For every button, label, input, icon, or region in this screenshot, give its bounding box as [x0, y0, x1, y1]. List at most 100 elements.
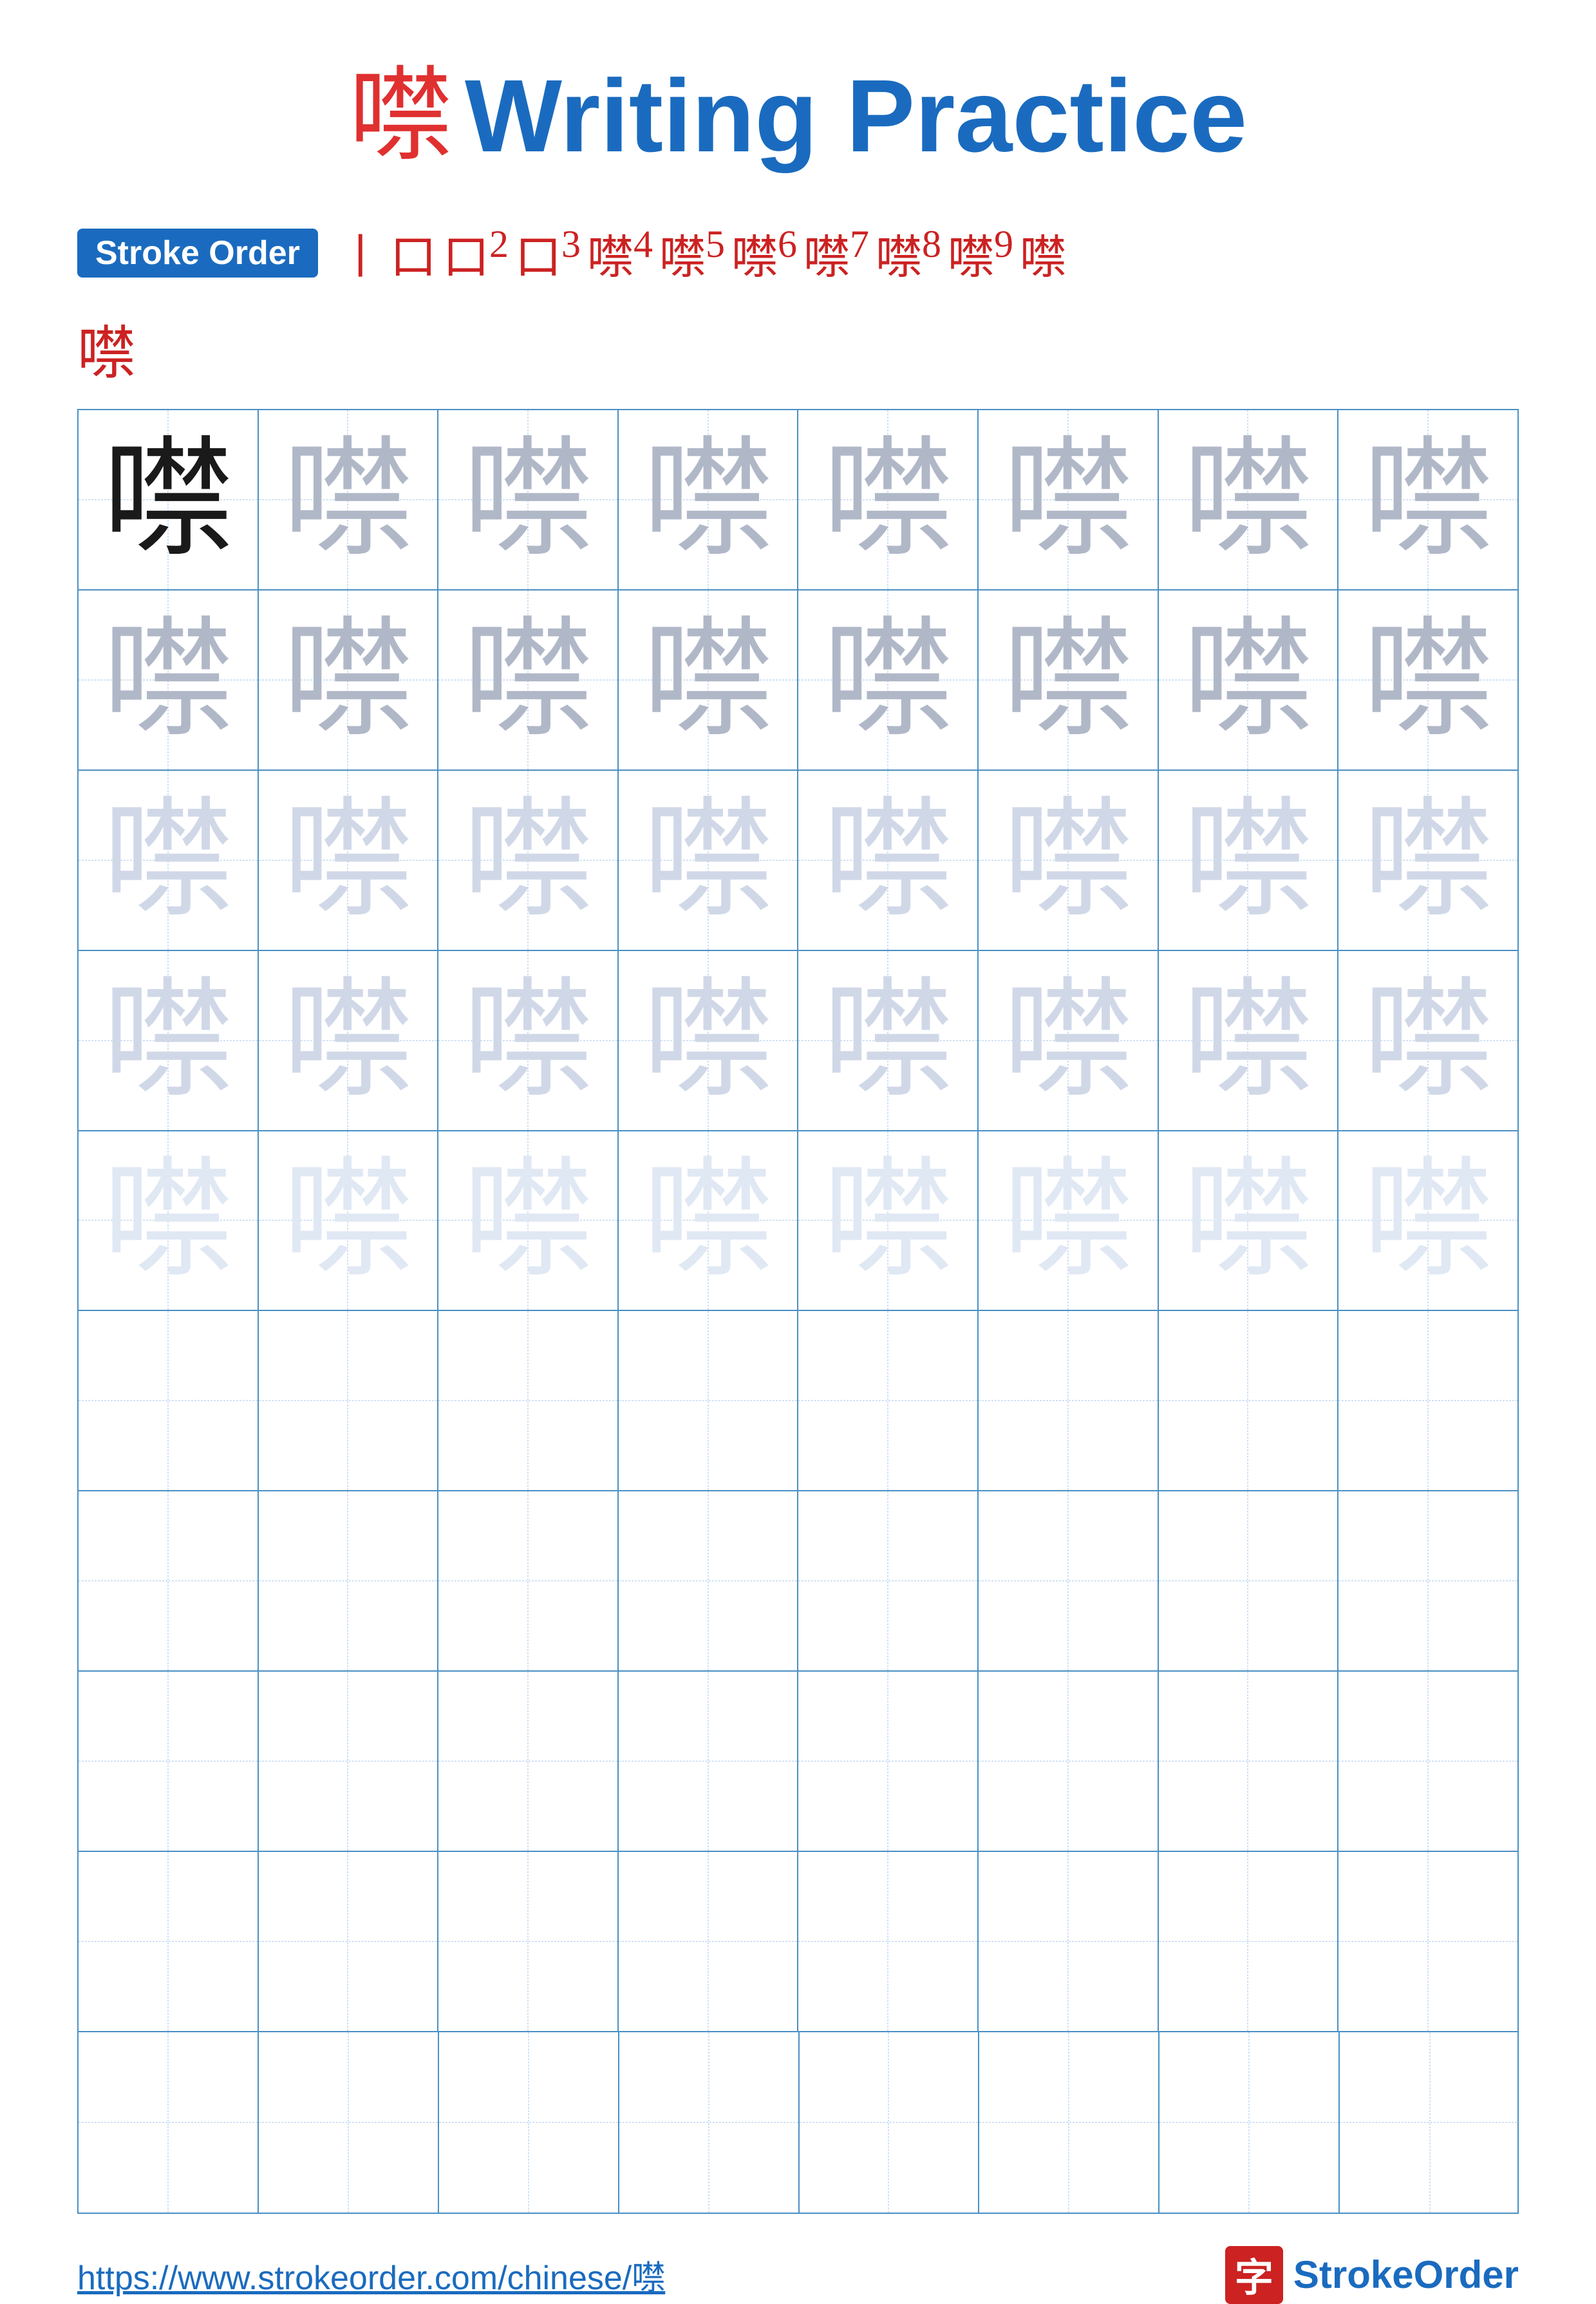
practice-char: 噤 [1363, 976, 1493, 1106]
practice-char: 噤 [103, 615, 233, 745]
grid-cell-1-4[interactable]: 噤 [619, 410, 799, 589]
grid-cell-3-2[interactable]: 噤 [259, 771, 439, 950]
grid-cell-10-2[interactable] [259, 2032, 439, 2213]
grid-cell-2-7[interactable]: 噤 [1159, 590, 1339, 770]
grid-cell-6-8[interactable] [1338, 1311, 1517, 1490]
title-section: 噤 Writing Practice [349, 64, 1247, 167]
grid-cell-4-2[interactable]: 噤 [259, 951, 439, 1130]
grid-cell-10-1[interactable] [79, 2032, 259, 2213]
grid-cell-3-6[interactable]: 噤 [979, 771, 1159, 950]
grid-cell-2-3[interactable]: 噤 [438, 590, 619, 770]
grid-cell-7-8[interactable] [1338, 1491, 1517, 1670]
grid-cell-1-5[interactable]: 噤 [798, 410, 979, 589]
stroke-order-chars: 丨 口 口2 口3 噤4 噤5 噤6 噤7 噤8 噤9 噤 [337, 219, 1066, 287]
grid-cell-10-5[interactable] [800, 2032, 980, 2213]
grid-cell-1-1[interactable]: 噤 [79, 410, 259, 589]
practice-char: 噤 [463, 976, 593, 1106]
grid-cell-6-7[interactable] [1159, 1311, 1339, 1490]
footer-url[interactable]: https://www.strokeorder.com/chinese/噤 [77, 2251, 665, 2299]
grid-cell-1-7[interactable]: 噤 [1159, 410, 1339, 589]
grid-cell-1-6[interactable]: 噤 [979, 410, 1159, 589]
grid-cell-2-2[interactable]: 噤 [259, 590, 439, 770]
grid-cell-3-4[interactable]: 噤 [619, 771, 799, 950]
grid-cell-5-2[interactable]: 噤 [259, 1131, 439, 1310]
grid-cell-5-7[interactable]: 噤 [1159, 1131, 1339, 1310]
grid-cell-9-5[interactable] [798, 1852, 979, 2031]
grid-cell-9-7[interactable] [1159, 1852, 1339, 2031]
grid-cell-5-1[interactable]: 噤 [79, 1131, 259, 1310]
grid-cell-4-6[interactable]: 噤 [979, 951, 1159, 1130]
grid-cell-2-8[interactable]: 噤 [1338, 590, 1517, 770]
grid-cell-10-7[interactable] [1159, 2032, 1340, 2213]
grid-cell-9-2[interactable] [259, 1852, 439, 2031]
grid-cell-7-1[interactable] [79, 1491, 259, 1670]
grid-cell-3-8[interactable]: 噤 [1338, 771, 1517, 950]
grid-cell-3-3[interactable]: 噤 [438, 771, 619, 950]
grid-cell-8-1[interactable] [79, 1672, 259, 1851]
grid-cell-2-1[interactable]: 噤 [79, 590, 259, 770]
grid-cell-5-5[interactable]: 噤 [798, 1131, 979, 1310]
grid-cell-8-6[interactable] [979, 1672, 1159, 1851]
grid-cell-9-6[interactable] [979, 1852, 1159, 2031]
grid-cell-5-3[interactable]: 噤 [438, 1131, 619, 1310]
grid-cell-1-2[interactable]: 噤 [259, 410, 439, 589]
practice-char: 噤 [823, 435, 953, 565]
practice-char: 噤 [1003, 435, 1133, 565]
grid-cell-4-5[interactable]: 噤 [798, 951, 979, 1130]
grid-cell-10-4[interactable] [619, 2032, 800, 2213]
grid-cell-6-5[interactable] [798, 1311, 979, 1490]
footer-logo-stroke: Stroke [1293, 2253, 1414, 2296]
grid-cell-6-3[interactable] [438, 1311, 619, 1490]
practice-char: 噤 [1183, 1155, 1313, 1285]
practice-grid[interactable]: 噤 噤 噤 噤 噤 噤 噤 噤 [77, 409, 1519, 2214]
grid-cell-2-6[interactable]: 噤 [979, 590, 1159, 770]
grid-cell-10-6[interactable] [979, 2032, 1159, 2213]
grid-cell-8-3[interactable] [438, 1672, 619, 1851]
grid-cell-7-2[interactable] [259, 1491, 439, 1670]
grid-cell-7-5[interactable] [798, 1491, 979, 1670]
grid-cell-2-5[interactable]: 噤 [798, 590, 979, 770]
grid-cell-4-4[interactable]: 噤 [619, 951, 799, 1130]
practice-char: 噤 [1003, 976, 1133, 1106]
grid-cell-6-1[interactable] [79, 1311, 259, 1490]
title-chinese-char: 噤 [349, 64, 452, 167]
grid-cell-10-8[interactable] [1340, 2032, 1520, 2213]
grid-cell-5-4[interactable]: 噤 [619, 1131, 799, 1310]
grid-cell-4-1[interactable]: 噤 [79, 951, 259, 1130]
grid-cell-5-8[interactable]: 噤 [1338, 1131, 1517, 1310]
grid-cell-4-7[interactable]: 噤 [1159, 951, 1339, 1130]
grid-cell-7-6[interactable] [979, 1491, 1159, 1670]
grid-cell-9-3[interactable] [438, 1852, 619, 2031]
grid-cell-8-7[interactable] [1159, 1672, 1339, 1851]
grid-cell-8-8[interactable] [1338, 1672, 1517, 1851]
grid-cell-8-5[interactable] [798, 1672, 979, 1851]
grid-cell-4-8[interactable]: 噤 [1338, 951, 1517, 1130]
grid-cell-8-2[interactable] [259, 1672, 439, 1851]
page: 噤 Writing Practice Stroke Order 丨 口 口2 口… [0, 0, 1596, 2259]
footer: https://www.strokeorder.com/chinese/噤 字 … [77, 2246, 1519, 2304]
grid-cell-1-8[interactable]: 噤 [1338, 410, 1517, 589]
grid-cell-4-3[interactable]: 噤 [438, 951, 619, 1130]
grid-cell-9-4[interactable] [619, 1852, 799, 2031]
grid-cell-9-1[interactable] [79, 1852, 259, 2031]
stroke-char-8: 噤7 [803, 219, 869, 287]
grid-cell-7-3[interactable] [438, 1491, 619, 1670]
grid-cell-7-7[interactable] [1159, 1491, 1339, 1670]
grid-cell-3-5[interactable]: 噤 [798, 771, 979, 950]
grid-cell-9-8[interactable] [1338, 1852, 1517, 2031]
grid-cell-3-1[interactable]: 噤 [79, 771, 259, 950]
grid-cell-6-2[interactable] [259, 1311, 439, 1490]
stroke-char-10: 噤9 [948, 219, 1013, 287]
grid-cell-5-6[interactable]: 噤 [979, 1131, 1159, 1310]
grid-cell-6-6[interactable] [979, 1311, 1159, 1490]
practice-char: 噤 [1183, 976, 1313, 1106]
grid-cell-7-4[interactable] [619, 1491, 799, 1670]
grid-cell-10-3[interactable] [439, 2032, 619, 2213]
grid-cell-8-4[interactable] [619, 1672, 799, 1851]
grid-cell-6-4[interactable] [619, 1311, 799, 1490]
grid-cell-2-4[interactable]: 噤 [619, 590, 799, 770]
grid-cell-1-3[interactable]: 噤 [438, 410, 619, 589]
grid-cell-3-7[interactable]: 噤 [1159, 771, 1339, 950]
grid-row-7 [79, 1491, 1517, 1672]
practice-char: 噤 [103, 435, 233, 565]
